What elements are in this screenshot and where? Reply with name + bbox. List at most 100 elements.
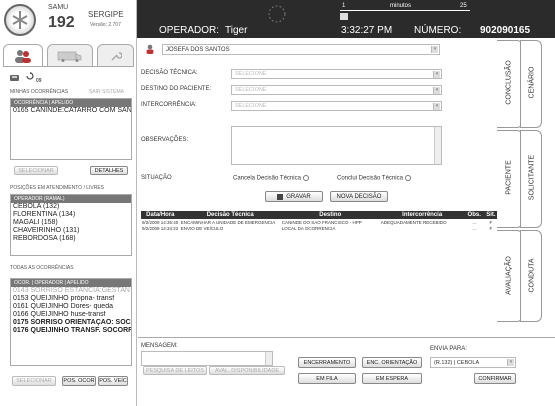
operator-name: Tiger (225, 25, 248, 36)
left-panel: SAMU 192 SERGIPE Versão: 2.707 09 MINHAS… (0, 0, 137, 406)
conclui-option[interactable]: Conclui Decisão Técnica (337, 175, 411, 182)
list-item[interactable]: 0143 SORRISO ESTÂNCIA:GESTAN (13, 287, 131, 295)
chevron-down-icon: ▾ (433, 103, 440, 110)
envia-para-value: (R.132) | CEBOLA (434, 359, 480, 366)
list-item[interactable]: CEBOLA (132) (13, 203, 131, 211)
gravar-label: GRAVAR (286, 193, 311, 200)
globe-icon (267, 4, 287, 26)
mensagem-textarea[interactable] (141, 351, 273, 366)
top-bar: 1 minutos 25 OPERADOR: Tiger 3:32:27 PM … (137, 0, 555, 38)
my-occurrences-list[interactable]: OCORRÊNCIA | APELIDO 0165 CANINDE:CATARR… (10, 98, 132, 160)
cancela-option[interactable]: Cancela Decisão Técnica (233, 175, 309, 182)
tab-viaturas[interactable] (47, 44, 93, 66)
refresh-icon[interactable] (26, 72, 34, 82)
list-item[interactable]: 0153 QUEIJINHO própria- transf (13, 295, 131, 303)
list-item[interactable]: MAGALI (158) (13, 219, 131, 227)
gravar-button[interactable]: GRAVAR (265, 191, 323, 202)
timer-max: 25 (460, 3, 467, 9)
list-item[interactable]: 0176 QUEIJINHO TRANSF. SOCORR (13, 327, 131, 335)
scrollbar[interactable] (265, 352, 272, 365)
timer-min: 1 (342, 3, 346, 9)
ambulance-icon (57, 51, 82, 62)
confirmar-button[interactable]: CONFIRMAR (474, 373, 516, 384)
pos-veic-button[interactable]: POS. VEÍC (98, 376, 128, 386)
destino-select[interactable]: SELECIONE ▾ (231, 85, 442, 95)
em-espera-button[interactable]: EM ESPERA (362, 373, 422, 384)
table-cell: F (489, 225, 493, 231)
table-row[interactable]: 9/2/2009 14:34:22 ENVIO DE VEÍCULO LOCAL D… (141, 225, 498, 231)
tab-label: PACIENTE (505, 160, 513, 195)
number-label: NÚMERO: (414, 25, 462, 36)
cancela-label: Cancela Decisão Técnica (233, 175, 301, 182)
table-cell (380, 225, 465, 231)
conclui-radio[interactable] (404, 175, 411, 181)
divider (138, 337, 555, 338)
samu-logo (4, 4, 36, 36)
select-placeholder: SELECIONE (235, 71, 267, 77)
timer-label: minutos (390, 3, 412, 9)
mensagem-label: MENSAGEM: (141, 343, 178, 349)
scrollbar[interactable] (434, 127, 441, 164)
tab-conduta[interactable]: CONDUTA (520, 230, 542, 322)
decisions-table: Data/Hora Decisão Técnica Destino Interc… (141, 211, 498, 231)
operator-label: OPERADOR: (159, 25, 220, 36)
intercorrencia-label: INTERCORRÊNCIA: (141, 102, 197, 108)
my-count: 09 (36, 78, 42, 84)
enc-orientacao-button[interactable]: ENC. ORIENTAÇÃO (362, 357, 422, 368)
tab-ocorrencias[interactable] (3, 44, 43, 66)
details-button[interactable]: DETALHES (90, 166, 128, 175)
chevron-down-icon: ▾ (507, 359, 514, 366)
table-cell: 9/2/2009 14:35:40 (142, 219, 179, 225)
intercorrencia-select[interactable]: SELECIONE ▾ (231, 101, 442, 111)
select-placeholder: SELECIONE (235, 103, 267, 109)
conclui-label: Conclui Decisão Técnica (337, 175, 403, 182)
list-header: OCOR. | OPERADOR | APELIDO (11, 279, 131, 287)
list-item[interactable]: 0175 SORRISO ORIENTAÇÃO: SOCC (13, 319, 131, 327)
list-item[interactable]: FLORENTINA (134) (13, 211, 131, 219)
tab-label: SOLICITANTE (528, 154, 536, 201)
patient-icon (145, 44, 155, 56)
tab-label: CONDUTA (528, 258, 536, 293)
col-header: Sit. (483, 211, 498, 219)
table-cell: ENVIO DE VEÍCULO (180, 225, 224, 231)
col-header: Obs. (464, 211, 484, 219)
envia-para-select[interactable]: (R.132) | CEBOLA ▾ (430, 357, 516, 368)
select-bottom-button[interactable]: SELECIONAR (12, 376, 56, 386)
users-icon (15, 49, 31, 63)
pesquisa-leitos-button[interactable]: PESQUISA DE LEITOS (143, 366, 207, 375)
logo-text: SAMU (48, 4, 69, 11)
pos-ocor-button[interactable]: POS. OCOR (62, 376, 96, 386)
col-header: Intercorrência (379, 211, 465, 219)
tab-cenario[interactable]: CENÁRIO (520, 40, 542, 128)
exit-system-link[interactable]: SAIR SISTEMA (89, 89, 124, 95)
nova-decisao-button[interactable]: NOVA DECISÃO (330, 191, 388, 202)
operators-list[interactable]: OPERADOR (RAMAL) CEBOLA (132) FLORENTINA… (10, 194, 132, 256)
decisao-label: DECISÃO TÉCNICA: (141, 70, 198, 76)
list-item[interactable]: 0161 QUEIJINHO Dores- queda (13, 303, 131, 311)
clock: 3:32:27 PM (341, 25, 393, 36)
list-item[interactable]: CHAVEIRINHO (131) (13, 227, 131, 235)
situacao-label: SITUAÇÃO (141, 175, 172, 181)
list-item[interactable]: 0165 CANINDE:CATARRO COM SAN (11, 107, 131, 115)
cancela-radio[interactable] (302, 175, 309, 181)
chevron-down-icon: ▾ (433, 71, 440, 78)
select-placeholder: SELECIONE (235, 87, 267, 93)
encerramento-button[interactable]: ENCERRAMENTO (298, 357, 356, 368)
patient-name: JOSEFA DOS SANTOS (166, 46, 230, 53)
tab-ferramentas[interactable] (97, 44, 134, 66)
list-item[interactable]: REBORDOSA (168) (13, 235, 131, 243)
all-occurrences-list[interactable]: OCOR. | OPERADOR | APELIDO 0143 SORRISO … (10, 278, 132, 366)
observacoes-textarea[interactable] (231, 126, 442, 165)
table-cell: ... (472, 225, 477, 231)
em-fila-button[interactable]: EM FILA (298, 373, 356, 384)
destino-label: DESTINO DO PACIENTE: (141, 86, 212, 92)
table-row[interactable]: 9/2/2009 14:35:40 ENCAMINHAR A UNIDADE DE… (141, 219, 498, 225)
tab-solicitante[interactable]: SOLICITANTE (520, 130, 542, 228)
aval-disponibilidade-button[interactable]: AVAL. DISPONIBILIDADE (209, 366, 285, 375)
list-item[interactable]: 0166 QUEIJINHO huse-transf (13, 311, 131, 319)
select-button[interactable]: SELECIONAR (14, 166, 58, 175)
decisao-select[interactable]: SELECIONE ▾ (231, 69, 442, 79)
col-header: Data/Hora (141, 211, 180, 219)
table-cell: 9/2/2009 14:34:22 (142, 225, 179, 231)
patient-select[interactable]: JOSEFA DOS SANTOS ▾ (162, 44, 440, 55)
